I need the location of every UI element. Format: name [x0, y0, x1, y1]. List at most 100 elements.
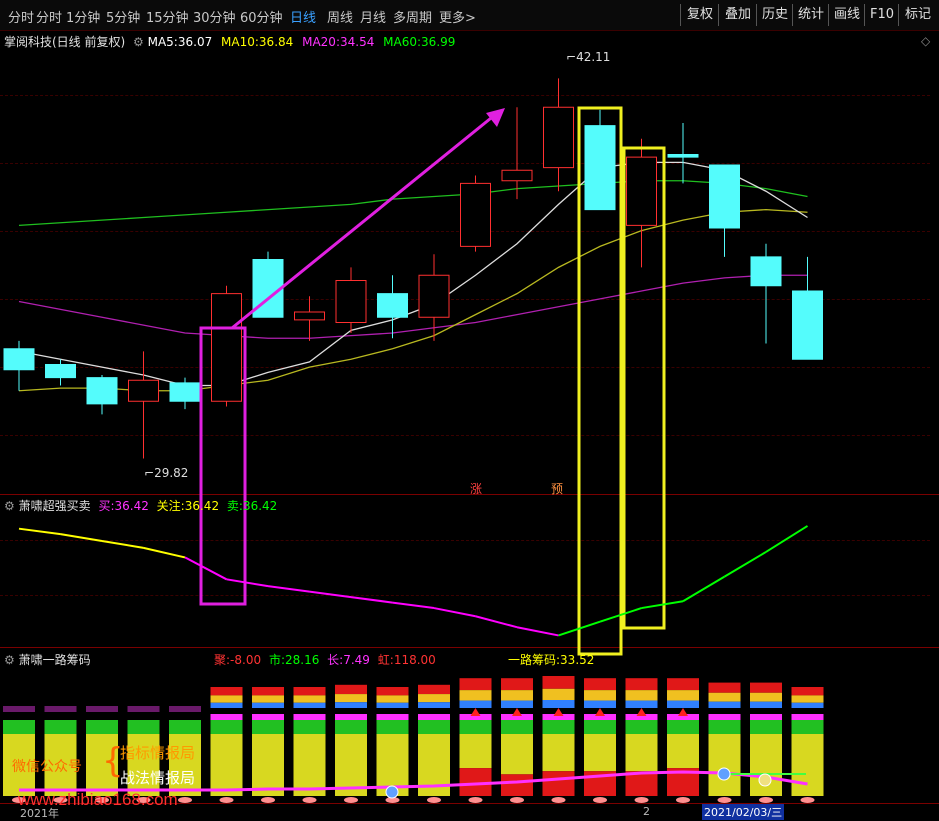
watermark-wechat: 微信公众号 [12, 759, 82, 775]
watermark-line2: 战法情报局 [120, 769, 196, 787]
chip-bar-green [501, 720, 533, 734]
chip-bar-yellow [667, 734, 699, 769]
chip-cap-blue [708, 701, 741, 708]
chip-bar-green [210, 720, 243, 734]
candlestick-chart [3, 78, 824, 803]
chip-up-triangle [470, 708, 481, 716]
chip-cap-yellow [376, 695, 409, 703]
chip-base-dot [676, 797, 690, 803]
indicator-segment [641, 600, 684, 610]
sell-value: 36.42 [242, 499, 278, 513]
chip-cap-yellow [584, 690, 616, 701]
chip-cap-blue [335, 702, 367, 708]
chip-bar-green [169, 720, 201, 734]
chip-bar-yellow [210, 734, 243, 796]
sell-label: 卖: [226, 499, 243, 513]
chip-bar-green [459, 720, 492, 734]
candle-body [501, 169, 533, 182]
chip-magenta-band [418, 714, 450, 720]
chip-cap-red [459, 678, 492, 691]
chip-bar-yellow [584, 734, 616, 772]
candle-body [86, 377, 118, 405]
chip-base-dot [634, 797, 649, 803]
chip-magenta-band [293, 714, 326, 720]
chip-bar-yellow [293, 734, 326, 796]
ma10-line [18, 208, 808, 392]
indicator-segment [60, 533, 103, 542]
indicator-segment [475, 615, 518, 629]
chip-magenta-band [376, 714, 409, 720]
chip-bar-yellow [791, 734, 824, 796]
chip-cap-blue [418, 702, 450, 708]
candle-body [792, 290, 823, 360]
chip-bar-green [750, 720, 782, 734]
candle-body [667, 154, 699, 158]
chip-cap-dim [44, 706, 77, 712]
indicator-segment [392, 601, 435, 610]
chip-cap-yellow [708, 692, 741, 702]
panel3-legend: ⚙ 萧啸一路筹码 [4, 651, 91, 668]
chip-cap-red [418, 684, 450, 695]
chip-cap-yellow [418, 694, 450, 703]
chip-base-dot [510, 797, 524, 803]
chip-bar-green [667, 720, 699, 734]
trend-arrow-head [486, 108, 505, 127]
chip-cap-red [335, 684, 367, 695]
chip-base-dot [593, 797, 607, 803]
candle-body [3, 348, 35, 371]
chip-cap-yellow [335, 694, 367, 703]
chip-cap-blue [376, 702, 409, 708]
panel3-values: 聚:-8.00 市:28.16 长:7.49 虹:118.00 [214, 651, 436, 668]
chip-cap-blue [750, 701, 782, 708]
market-label: 市: [268, 653, 285, 667]
chip-cap-yellow [791, 695, 824, 703]
long-value: 7.49 [343, 653, 370, 667]
chip-magenta-band [335, 714, 367, 720]
chip-up-triangle [553, 708, 564, 716]
chip-cap-blue [501, 700, 533, 708]
candle-body [709, 164, 740, 229]
chip-cap-red [750, 682, 782, 693]
chip-base-dot [344, 797, 358, 803]
chip-cap-red [584, 678, 616, 691]
chip-bar-green [708, 720, 741, 734]
panel2-legend: ⚙ 萧啸超强买卖 买:36.42 关注:36.42 卖:36.42 [4, 497, 277, 514]
indicator-segment [433, 607, 476, 618]
chip-magenta-band [210, 714, 243, 720]
indicator-segment [184, 556, 227, 581]
chip-cap-blue [252, 702, 284, 708]
chip-cap-yellow [293, 695, 326, 703]
indicator-segment [350, 596, 393, 604]
settings-icon[interactable]: ⚙ [4, 499, 15, 513]
chip-up-triangle [636, 708, 647, 716]
high-price-value: 42.11 [576, 50, 611, 64]
axis-year-label: 2021年 [20, 807, 59, 820]
chip-up-triangle [595, 708, 605, 716]
indicator-segment [723, 551, 767, 578]
low-price-label: ⌐29.82 [144, 466, 189, 480]
chip-cap-blue [459, 700, 492, 708]
chip-base-dot [717, 797, 732, 803]
chip-base-dot [759, 797, 773, 803]
forecast-marker: 预 [551, 482, 564, 496]
chip-cap-yellow [542, 688, 575, 700]
chip-cap-blue [293, 702, 326, 708]
chip-cap-red [376, 687, 409, 696]
chip-cap-red [667, 678, 699, 691]
chip-cap-blue [791, 702, 824, 708]
candle-body [211, 293, 242, 402]
chip-base-dot [427, 797, 441, 803]
settings-icon[interactable]: ⚙ [4, 653, 15, 667]
indicator-segment [682, 575, 726, 603]
chip-cap-red [791, 687, 824, 696]
watermark-line1: 指标情报局 [120, 744, 196, 762]
watch-label: 关注: [156, 499, 185, 513]
chip-bar-yellow [625, 734, 658, 772]
short-value: 118.00 [393, 653, 436, 667]
candle-body [45, 364, 76, 379]
candle-body [169, 382, 201, 402]
long-label: 长: [327, 653, 344, 667]
candle-body [626, 156, 657, 226]
candle-body [418, 274, 450, 318]
chip-bar-yellow [750, 734, 782, 796]
